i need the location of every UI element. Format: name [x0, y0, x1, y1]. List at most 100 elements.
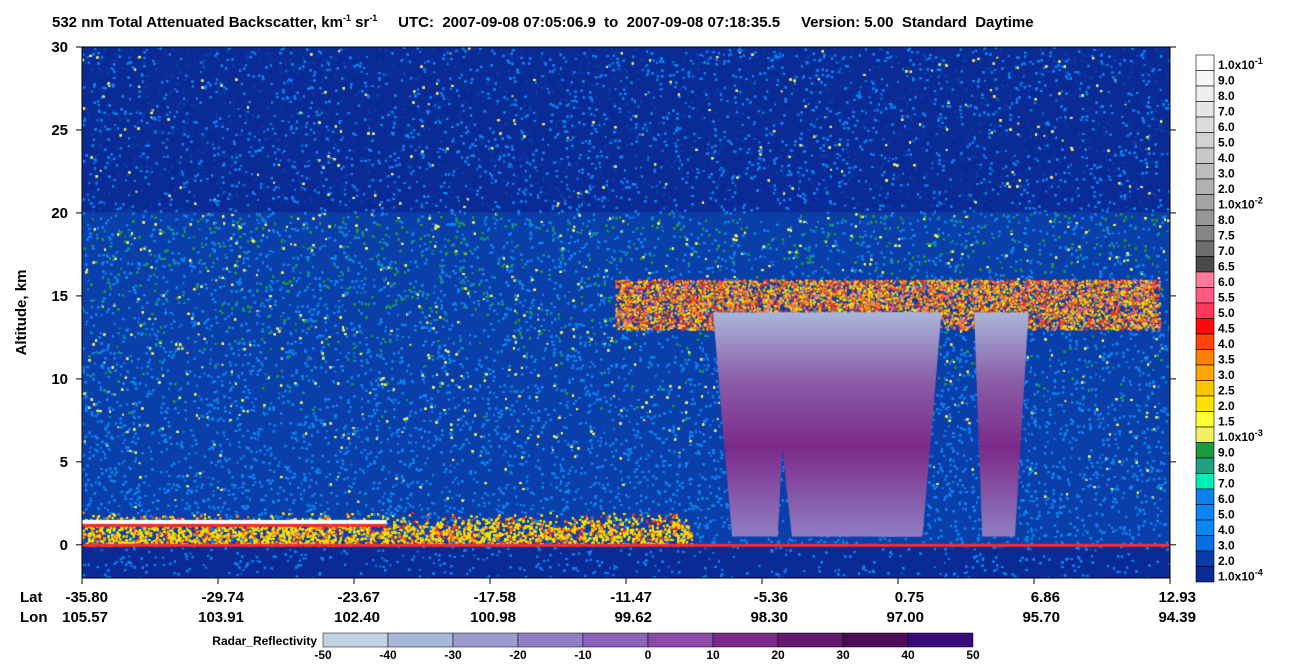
colorbar-swatch: [1195, 349, 1215, 366]
colorbar-label: 9.0: [1218, 73, 1235, 87]
colorbar-swatch: [1195, 488, 1215, 505]
colorbar-label: 1.5: [1218, 414, 1235, 428]
reflectivity-tick-label: 50: [966, 648, 980, 662]
lat-tick-label: -5.36: [754, 589, 788, 606]
colorbar-label: 8.0: [1218, 213, 1235, 227]
y-tick-label: 5: [60, 454, 68, 471]
colorbar-swatch: [1195, 333, 1215, 350]
colorbar-label: 8.0: [1218, 89, 1235, 103]
lon-tick-label: 94.39: [1158, 609, 1196, 626]
colorbar-label: 4.5: [1218, 321, 1235, 335]
colorbar-swatch: [1195, 380, 1215, 397]
lat-tick-label: -11.47: [610, 589, 652, 606]
reflectivity-label: Radar_Reflectivity: [212, 634, 317, 648]
colorbar-swatch: [1195, 147, 1215, 164]
reflectivity-swatch: [777, 632, 844, 648]
colorbar-label: 5.5: [1218, 290, 1235, 304]
reflectivity-tick-label: 30: [836, 648, 850, 662]
colorbar-swatch: [1195, 566, 1215, 583]
colorbar-swatch: [1195, 457, 1215, 474]
y-tick-label: 25: [51, 122, 68, 139]
lat-tick-label: -35.80: [65, 589, 108, 606]
colorbar-swatch: [1195, 473, 1215, 490]
reflectivity-colorbar: Radar_Reflectivity-50 -40 -30 -20 -10 0 10 20 30…: [212, 632, 980, 662]
plot-area: [81, 46, 1171, 579]
reflectivity-tick-label: 10: [706, 648, 720, 662]
colorbar-label: 6.0: [1218, 120, 1235, 134]
colorbar-label: 4.0: [1218, 337, 1235, 351]
chart-canvas: 0 5 10 15 20 25 30 Altitude, km -35.80 105.57 -29.…: [13, 39, 1263, 662]
lon-tick-label: 99.62: [614, 609, 652, 626]
reflectivity-tick-label: 40: [901, 648, 915, 662]
lat-tick-label: 0.75: [895, 589, 924, 606]
reflectivity-swatch: [907, 632, 974, 648]
colorbar-swatch: [1195, 426, 1215, 443]
colorbar-swatch: [1195, 101, 1215, 118]
colorbar-swatch: [1195, 54, 1215, 71]
reflectivity-swatch: [647, 632, 714, 648]
colorbar-swatch: [1195, 287, 1215, 304]
colorbar-label: 6.0: [1218, 492, 1235, 506]
y-tick-label: 15: [51, 288, 68, 305]
colorbar-label: 7.0: [1218, 244, 1235, 258]
colorbar-swatch: [1195, 535, 1215, 552]
colorbar-label: 9.0: [1218, 445, 1235, 459]
lon-row-label: Lon: [20, 609, 48, 626]
y-axis-label: Altitude, km: [13, 270, 30, 356]
colorbar-swatch: [1195, 85, 1215, 102]
colorbar-label: 7.0: [1218, 476, 1235, 490]
colorbar-label: 1.0x10-3: [1218, 428, 1263, 444]
reflectivity-tick-label: -40: [379, 648, 397, 662]
colorbar-swatch: [1195, 256, 1215, 273]
colorbar-label: 6.0: [1218, 275, 1235, 289]
y-tick-label: 0: [60, 537, 68, 554]
lon-tick-label: 95.70: [1022, 609, 1060, 626]
lon-tick-label: 105.57: [62, 609, 108, 626]
reflectivity-tick-label: -20: [509, 648, 527, 662]
lon-tick-label: 102.40: [334, 609, 380, 626]
reflectivity-swatch: [582, 632, 649, 648]
colorbar-swatch: [1195, 132, 1215, 149]
colorbar-label: 2.0: [1218, 554, 1235, 568]
colorbar-label: 2.0: [1218, 399, 1235, 413]
lon-tick-label: 97.00: [886, 609, 924, 626]
reflectivity-tick-label: -50: [314, 648, 332, 662]
colorbar-label: 2.0: [1218, 182, 1235, 196]
colorbar-label: 1.0x10-2: [1218, 195, 1263, 211]
colorbar-label: 5.0: [1218, 135, 1235, 149]
colorbar-label: 5.0: [1218, 507, 1235, 521]
colorbar-swatch: [1195, 504, 1215, 521]
colorbar-label: 2.5: [1218, 383, 1235, 397]
colorbar-swatch: [1195, 318, 1215, 335]
colorbar-swatch: [1195, 395, 1215, 412]
reflectivity-tick-label: -10: [574, 648, 592, 662]
lon-tick-label: 98.30: [750, 609, 788, 626]
reflectivity-swatch: [452, 632, 519, 648]
colorbar-label: 4.0: [1218, 151, 1235, 165]
reflectivity-swatch: [322, 632, 389, 648]
lat-tick-label: 12.93: [1158, 589, 1196, 606]
colorbar-swatch: [1195, 240, 1215, 257]
lat-tick-label: 6.86: [1031, 589, 1060, 606]
colorbar-label: 4.0: [1218, 523, 1235, 537]
colorbar-label: 7.0: [1218, 104, 1235, 118]
lat-row-label: Lat: [20, 589, 43, 606]
colorbar-label: 3.0: [1218, 368, 1235, 382]
colorbar-swatch: [1195, 442, 1215, 459]
colorbar-label: 3.0: [1218, 538, 1235, 552]
colorbar-label: 3.5: [1218, 352, 1235, 366]
reflectivity-swatch: [842, 632, 909, 648]
colorbar-swatch: [1195, 271, 1215, 288]
colorbar-swatch: [1195, 411, 1215, 428]
colorbar-label: 6.5: [1218, 259, 1235, 273]
backscatter-colorbar: 1.0x10-19.08.07.06.05.04.03.02.01.0x10-2…: [1195, 54, 1263, 583]
reflectivity-swatch: [387, 632, 454, 648]
colorbar-swatch: [1195, 163, 1215, 180]
y-tick-label: 10: [51, 371, 68, 388]
reflectivity-tick-label: -30: [444, 648, 462, 662]
colorbar-swatch: [1195, 550, 1215, 567]
colorbar-label: 1.0x10-1: [1218, 56, 1263, 72]
colorbar-swatch: [1195, 364, 1215, 381]
colorbar-label: 7.5: [1218, 228, 1235, 242]
y-tick-label: 30: [51, 39, 68, 56]
